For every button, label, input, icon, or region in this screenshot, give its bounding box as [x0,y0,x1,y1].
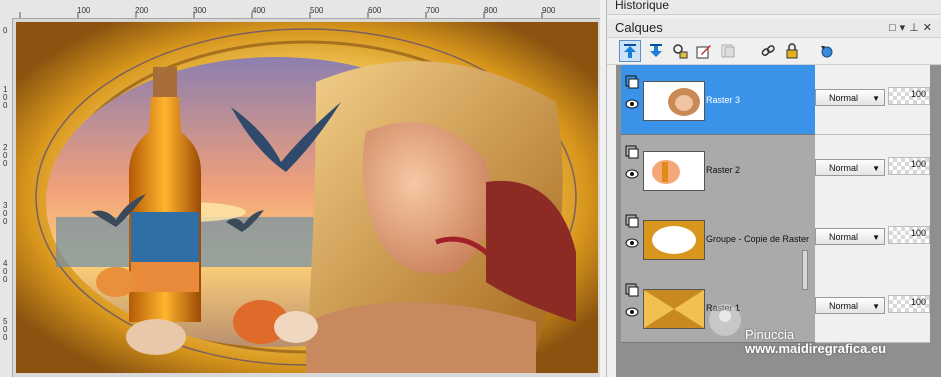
watermark-url: www.maidiregrafica.eu [745,341,887,356]
layer-name: Raster 3 [706,95,741,105]
blend-mode-dropdown[interactable]: Normal ▼ [815,89,885,106]
layers-panel-header[interactable]: Calques □▾⊥✕ [607,19,941,38]
arrow-up-icon [624,44,636,58]
refresh-icon [821,46,833,58]
ruler-label: 2 0 0 [3,143,8,168]
layer-thumb-image [668,88,700,116]
dropdown-arrow-icon: ▼ [872,233,880,242]
opacity-value: 100 [910,228,926,238]
merge-layer-button[interactable] [717,40,739,62]
lock-layer-button[interactable] [781,40,803,62]
layer-thumbnail [643,151,705,191]
layer-properties-groupe-copie: Normal ▼ 100 [815,204,930,274]
edit-layer-button[interactable] [693,40,715,62]
layer-properties-raster-2: Normal ▼ 100 [815,135,930,205]
layer-row-raster-3[interactable]: Raster 3 [621,65,819,135]
lock-icon [786,43,798,59]
vertical-ruler: 0 1 0 0 2 0 0 3 0 0 4 0 0 5 0 0 [0,18,13,377]
dropdown-icon[interactable]: ▾ [900,22,910,34]
properties-icon [673,44,688,59]
opacity-value: 100 [910,89,926,99]
close-icon[interactable]: ✕ [923,22,936,34]
arrow-down-icon [650,44,662,57]
panel-controls: □▾⊥✕ [889,19,936,37]
move-layer-down-button[interactable] [645,40,667,62]
opacity-field[interactable]: 100 [888,87,930,105]
layer-row-raster-2[interactable]: Raster 2 [621,135,819,205]
layer-thumbnail [643,289,705,329]
layer-name: Groupe - Copie de Raster [706,234,810,244]
link-layer-button[interactable] [757,40,779,62]
eye-icon[interactable] [625,238,639,248]
layer-properties-raster-3: Normal ▼ 100 [815,65,930,135]
artwork-image[interactable] [16,22,598,373]
blend-mode-value: Normal [829,93,859,103]
eye-icon[interactable] [625,169,639,179]
panel-splitter[interactable] [802,250,808,290]
opacity-field[interactable]: 100 [888,157,930,175]
watermark-logo-icon [709,304,741,336]
dropdown-arrow-icon: ▼ [872,302,880,311]
layer-thumbnail [643,81,705,121]
link-styles-button[interactable] [815,40,837,62]
horizontal-ruler: 100 200 300 400 500 600 700 800 900 [0,0,600,19]
layers-panel-title: Calques [615,20,663,35]
opacity-value: 100 [910,159,926,169]
artwork-illustration [16,22,598,373]
opacity-value: 100 [910,297,926,307]
ruler-label: 5 0 0 [3,317,8,342]
blend-mode-value: Normal [829,163,859,173]
float-icon[interactable]: □ [889,22,900,34]
eye-icon[interactable] [625,99,639,109]
dropdown-arrow-icon: ▼ [872,94,880,103]
edit-icon [696,45,711,59]
blend-mode-dropdown[interactable]: Normal ▼ [815,159,885,176]
layer-group-icon[interactable] [625,75,639,89]
layer-group-icon[interactable] [625,145,639,159]
layer-row-groupe-copie[interactable]: Groupe - Copie de Raster [621,204,819,274]
layer-group-icon[interactable] [625,283,639,297]
opacity-field[interactable]: 100 [888,295,930,313]
move-layer-up-button[interactable] [619,40,641,62]
history-panel-title: Historique [615,0,670,12]
opacity-field[interactable]: 100 [888,226,930,244]
blend-mode-value: Normal [829,232,859,242]
watermark-name: Pinuccia [745,327,795,342]
ruler-label: 1 0 0 [3,85,8,110]
layer-properties-raster-1: Normal ▼ 100 [815,273,930,343]
blend-mode-dropdown[interactable]: Normal ▼ [815,297,885,314]
layers-toolbar [607,38,941,65]
ruler-label: 0 [3,26,8,35]
ruler-label: 3 0 0 [3,201,8,226]
ruler-label: 4 0 0 [3,259,8,284]
history-panel-header[interactable]: Historique [607,0,941,15]
layer-thumb-image [644,290,704,328]
layer-group-icon[interactable] [625,214,639,228]
blend-mode-dropdown[interactable]: Normal ▼ [815,228,885,245]
layer-thumbnail [643,220,705,260]
eye-icon[interactable] [625,307,639,317]
layer-thumb-image [652,160,680,184]
ruler-ticks [19,12,543,18]
dropdown-arrow-icon: ▼ [872,164,880,173]
layer-properties-button[interactable] [669,40,691,62]
layer-thumb-image [652,226,696,254]
layer-name: Raster 2 [706,165,741,175]
merge-icon [721,44,735,58]
pin-icon[interactable]: ⊥ [909,22,923,34]
link-icon [761,45,775,56]
blend-mode-value: Normal [829,301,859,311]
